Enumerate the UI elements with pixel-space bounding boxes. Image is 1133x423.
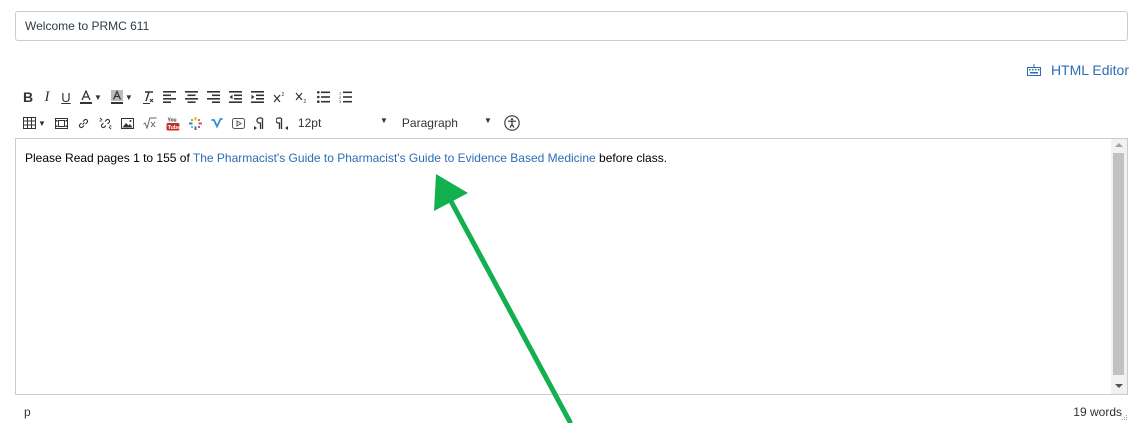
annotation-arrow xyxy=(434,174,573,423)
annotation-arrow-shaft xyxy=(443,189,573,423)
